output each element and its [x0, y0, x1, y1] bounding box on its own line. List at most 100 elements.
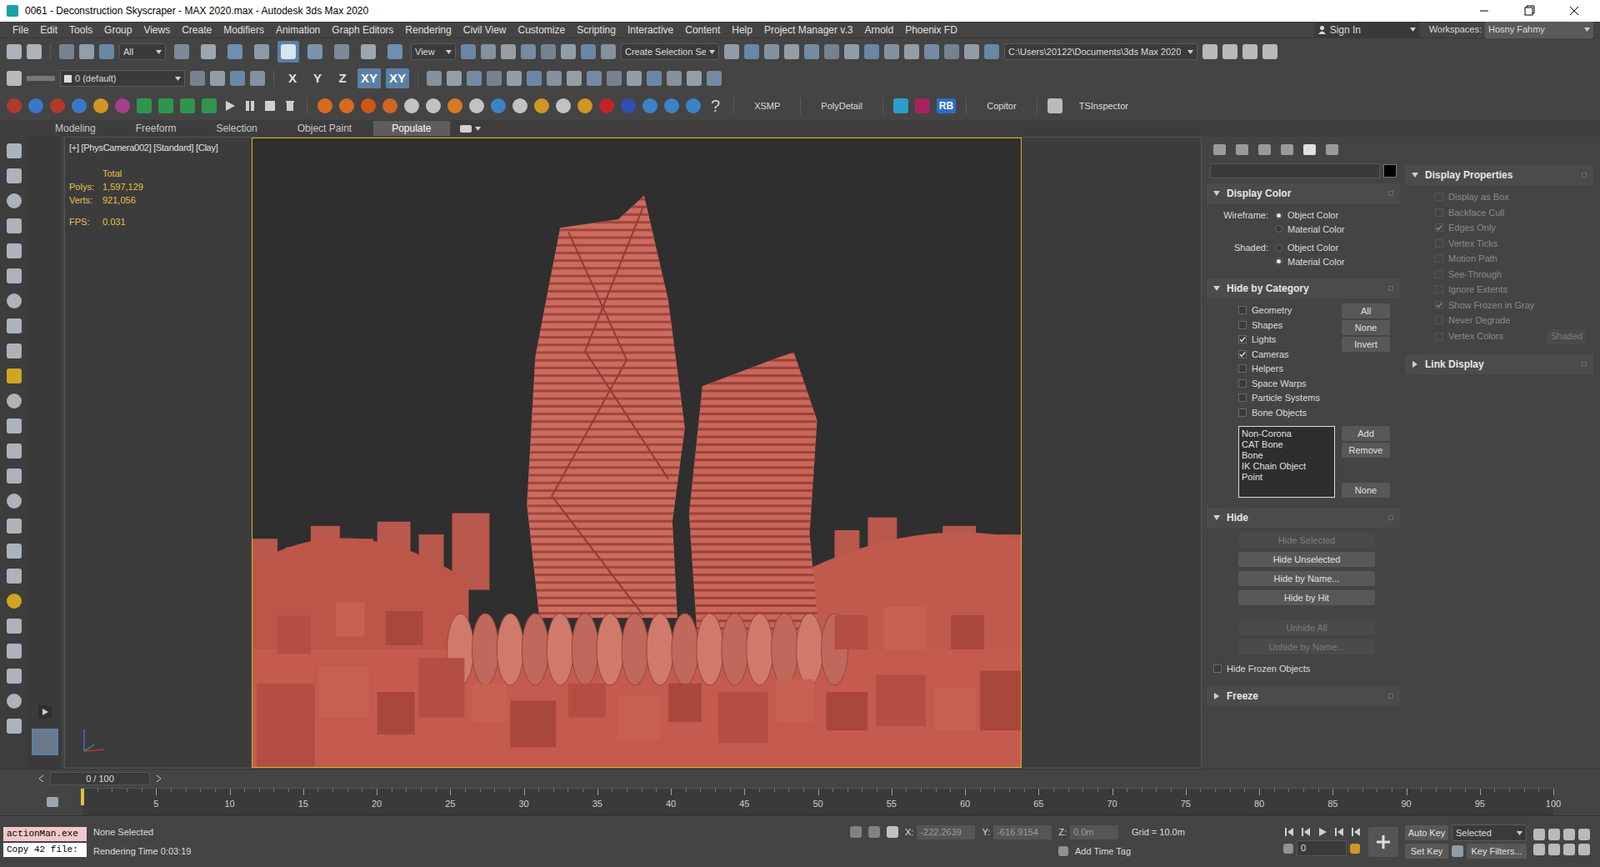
- command-icon[interactable]: [6, 418, 22, 434]
- isolate-icon[interactable]: [850, 825, 862, 838]
- lock-icon[interactable]: [868, 825, 880, 838]
- toolbar-icon[interactable]: [626, 70, 642, 86]
- category-button[interactable]: Invert: [1341, 336, 1390, 352]
- add-time-tag[interactable]: Add Time Tag: [1075, 844, 1131, 859]
- ribbon-toggle-icon[interactable]: [460, 125, 472, 133]
- stop-icon[interactable]: [263, 99, 277, 113]
- display-property-checkbox[interactable]: Never Degrade: [1435, 313, 1511, 328]
- rollout-header[interactable]: Hide by Category: [1206, 278, 1400, 299]
- help-button[interactable]: ?: [707, 93, 724, 119]
- menu-item[interactable]: Project Manager v.3: [758, 22, 860, 38]
- display-property-checkbox[interactable]: Vertex Ticks: [1435, 236, 1498, 251]
- link-icon[interactable]: [59, 44, 75, 60]
- display-property-checkbox[interactable]: Motion Path: [1435, 251, 1498, 266]
- plugin-icon[interactable]: [180, 98, 195, 114]
- category-checkbox[interactable]: Geometry: [1238, 303, 1335, 318]
- category-list-item[interactable]: Bone: [1241, 450, 1332, 461]
- rollout-header[interactable]: Freeze: [1206, 685, 1400, 706]
- playback-icon[interactable]: [1283, 826, 1295, 837]
- hide-button[interactable]: Hide Unselected: [1238, 551, 1375, 567]
- category-checkbox[interactable]: Particle Systems: [1238, 390, 1335, 405]
- command-icon[interactable]: [6, 443, 22, 459]
- minimize-icon[interactable]: [1465, 2, 1504, 20]
- rollout-header[interactable]: Display Properties: [1405, 165, 1594, 185]
- command-tab-icon[interactable]: [1258, 144, 1271, 155]
- menu-item[interactable]: Views: [137, 22, 176, 38]
- toolbar-icon[interactable]: [646, 70, 662, 86]
- plugin-icon[interactable]: [136, 98, 152, 114]
- toolbar-icon[interactable]: [724, 44, 740, 60]
- menu-item[interactable]: Phoenix FD: [899, 22, 964, 38]
- snap-icon[interactable]: [580, 44, 596, 60]
- category-list-item[interactable]: Non-Corona: [1241, 428, 1332, 440]
- command-icon[interactable]: [6, 643, 22, 659]
- display-property-checkbox[interactable]: See-Through: [1435, 267, 1502, 282]
- previous-frame-icon[interactable]: [36, 773, 47, 784]
- ribbon-tab[interactable]: Modeling: [36, 120, 115, 136]
- command-icon[interactable]: [6, 168, 22, 184]
- transform-tool[interactable]: [224, 40, 246, 63]
- snap-icon[interactable]: [520, 44, 536, 60]
- menu-item[interactable]: Modifiers: [217, 22, 270, 38]
- transform-tool[interactable]: [277, 40, 300, 63]
- plugin-icon[interactable]: [158, 98, 174, 114]
- phoenix-icon[interactable]: [664, 98, 680, 114]
- toolbar-icon[interactable]: [824, 44, 840, 60]
- coordinate-field[interactable]: 0.0m: [1070, 825, 1119, 840]
- radio-option[interactable]: Object Color: [1275, 208, 1345, 223]
- menu-item[interactable]: Arnold: [858, 22, 900, 38]
- phoenix-icon[interactable]: [382, 98, 398, 114]
- phoenix-icon[interactable]: [555, 98, 571, 114]
- command-icon[interactable]: [6, 293, 22, 309]
- auto-key-button[interactable]: Auto Key: [1405, 825, 1449, 840]
- category-checkbox[interactable]: Lights: [1238, 332, 1335, 347]
- reference-coord-dropdown[interactable]: View: [410, 43, 456, 60]
- command-tab-icon[interactable]: [1235, 144, 1249, 155]
- category-button[interactable]: All: [1341, 303, 1390, 319]
- radio-option[interactable]: Material Color: [1275, 255, 1345, 270]
- toolbar-icon[interactable]: [964, 44, 980, 60]
- category-list-item[interactable]: Point: [1241, 471, 1332, 483]
- layer-dropdown[interactable]: 0 (default): [60, 70, 185, 87]
- command-tab-icon[interactable]: [1303, 144, 1316, 155]
- playback-icon[interactable]: [1333, 826, 1345, 837]
- restore-icon[interactable]: [1510, 2, 1549, 20]
- command-icon[interactable]: [6, 593, 22, 609]
- plugin-icon[interactable]: [50, 98, 65, 114]
- menu-item[interactable]: Civil View: [457, 22, 513, 38]
- ribbon-tab[interactable]: Selection: [197, 120, 275, 136]
- toolbar-icon[interactable]: [764, 44, 780, 60]
- shaded-button[interactable]: Shaded: [1546, 329, 1587, 345]
- redo-icon[interactable]: [26, 44, 42, 60]
- phoenix-icon[interactable]: [447, 98, 463, 114]
- link-icon[interactable]: [99, 44, 115, 60]
- plugin-button[interactable]: TSInspector: [1069, 99, 1139, 114]
- plugin-icon[interactable]: [71, 98, 87, 114]
- command-icon[interactable]: [6, 268, 22, 284]
- toolbar-icon[interactable]: [706, 70, 722, 86]
- layer-icon[interactable]: [250, 70, 265, 86]
- transform-tool[interactable]: [357, 40, 380, 63]
- category-button[interactable]: None: [1341, 320, 1390, 335]
- command-icon[interactable]: [6, 243, 22, 259]
- toolbar-icon[interactable]: [426, 70, 442, 86]
- radio-option[interactable]: Object Color: [1275, 240, 1345, 255]
- command-icon[interactable]: [6, 143, 22, 159]
- menu-item[interactable]: Animation: [270, 22, 326, 38]
- viewport-label[interactable]: [+] [PhysCamera002] [Standard] [Clay]: [69, 140, 249, 155]
- plugin-icon[interactable]: [893, 98, 909, 114]
- toolbar-icon[interactable]: [586, 70, 602, 86]
- toolbar-icon[interactable]: [804, 44, 820, 60]
- pause-icon[interactable]: [243, 99, 257, 113]
- phoenix-icon[interactable]: [577, 98, 593, 114]
- link-icon[interactable]: [79, 44, 95, 60]
- time-tag-icon[interactable]: [1058, 845, 1069, 856]
- ribbon-tab[interactable]: Object Paint: [279, 120, 370, 136]
- snap-icon[interactable]: [500, 44, 516, 60]
- transform-tool[interactable]: [197, 40, 220, 63]
- toolbar-icon[interactable]: [686, 70, 702, 86]
- next-frame-icon[interactable]: [153, 773, 164, 784]
- layer-icon[interactable]: [190, 70, 205, 86]
- phoenix-icon[interactable]: [620, 98, 636, 114]
- viewport-navigation-icon[interactable]: [1533, 828, 1545, 840]
